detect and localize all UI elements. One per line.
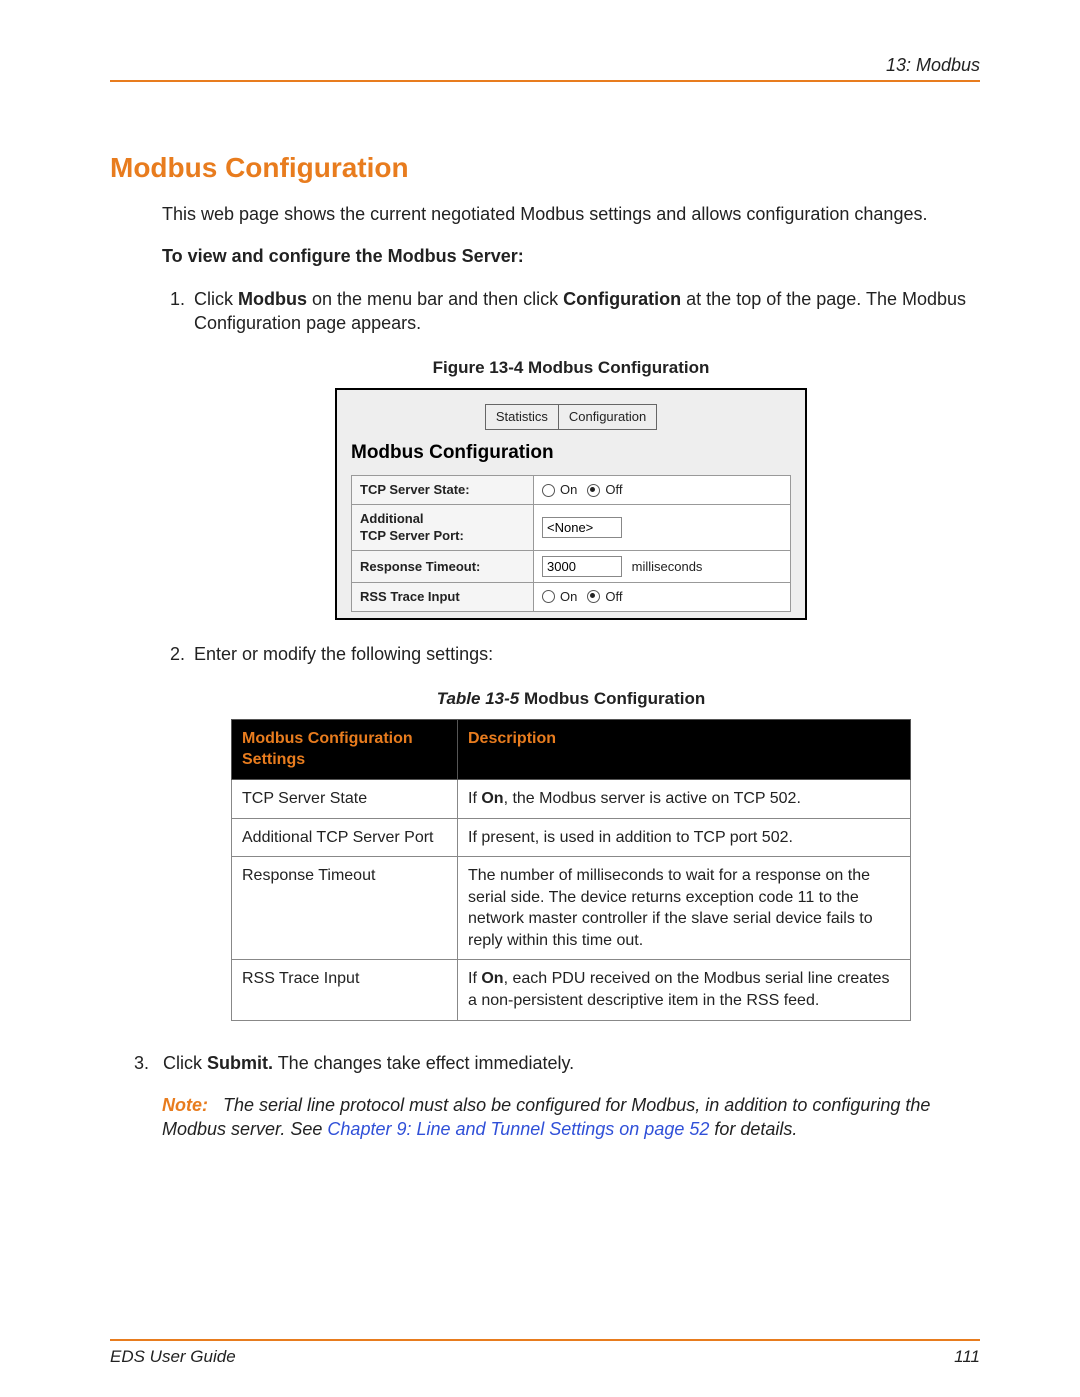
- step1-bold2: Configuration: [563, 289, 681, 309]
- footer-page-number: 111: [954, 1347, 980, 1367]
- tab-configuration[interactable]: Configuration: [558, 404, 657, 430]
- tcp-server-state-label: TCP Server State:: [352, 476, 534, 505]
- setting-name: Additional TCP Server Port: [232, 818, 458, 857]
- step1-bold1: Modbus: [238, 289, 307, 309]
- step3-pre: Click: [163, 1053, 207, 1073]
- step1-mid: on the menu bar and then click: [307, 289, 563, 309]
- note-part2: for details.: [709, 1119, 797, 1139]
- embedded-title: Modbus Configuration: [351, 440, 791, 466]
- step-1: Click Modbus on the menu bar and then cl…: [190, 287, 980, 336]
- rss-off-radio[interactable]: [587, 590, 600, 603]
- setting-desc: If present, is used in addition to TCP p…: [458, 818, 911, 857]
- chapter-marker: 13: Modbus: [110, 55, 980, 76]
- note-link[interactable]: Chapter 9: Line and Tunnel Settings on p…: [327, 1119, 709, 1139]
- response-timeout-input[interactable]: [542, 556, 622, 577]
- additional-port-input[interactable]: [542, 517, 622, 538]
- note-label: Note:: [162, 1095, 208, 1115]
- response-timeout-unit: milliseconds: [632, 559, 703, 574]
- col-header-description: Description: [458, 719, 911, 779]
- page-footer: EDS User Guide 111: [110, 1339, 980, 1367]
- table-row: TCP Server State If On, the Modbus serve…: [232, 779, 911, 818]
- setting-name: RSS Trace Input: [232, 960, 458, 1020]
- step-3: 3. Click Submit. The changes take effect…: [162, 1051, 980, 1075]
- table-row: RSS Trace Input If On, each PDU received…: [232, 960, 911, 1020]
- rss-on-radio[interactable]: [542, 590, 555, 603]
- rss-on-label: On: [560, 588, 577, 606]
- response-timeout-label: Response Timeout:: [352, 550, 534, 582]
- intro-text: This web page shows the current negotiat…: [162, 202, 980, 226]
- embedded-ui-figure: StatisticsConfiguration Modbus Configura…: [335, 388, 807, 619]
- rss-trace-label: RSS Trace Input: [352, 582, 534, 611]
- tcp-state-on-label: On: [560, 481, 577, 499]
- page-title: Modbus Configuration: [110, 152, 980, 184]
- footer-guide-title: EDS User Guide: [110, 1347, 236, 1367]
- step3-post: The changes take effect immediately.: [273, 1053, 574, 1073]
- figure-caption: Figure 13-4 Modbus Configuration: [162, 357, 980, 380]
- rss-off-label: Off: [605, 588, 622, 606]
- step1-pre: Click: [194, 289, 238, 309]
- setting-desc: The number of milliseconds to wait for a…: [458, 857, 911, 960]
- modbus-config-table: Modbus Configuration Settings Descriptio…: [231, 719, 911, 1021]
- step-2: Enter or modify the following settings:: [190, 642, 980, 666]
- note-block: Note: The serial line protocol must also…: [162, 1093, 980, 1142]
- step3-bold: Submit.: [207, 1053, 273, 1073]
- table-row: Additional TCP Server Port If present, i…: [232, 818, 911, 857]
- tcp-state-off-radio[interactable]: [587, 484, 600, 497]
- setting-name: Response Timeout: [232, 857, 458, 960]
- table-caption-title: Modbus Configuration: [519, 689, 705, 708]
- additional-port-label: AdditionalTCP Server Port:: [352, 504, 534, 550]
- setting-desc: If On, the Modbus server is active on TC…: [458, 779, 911, 818]
- setting-desc: If On, each PDU received on the Modbus s…: [458, 960, 911, 1020]
- tcp-state-on-radio[interactable]: [542, 484, 555, 497]
- subheading: To view and configure the Modbus Server:: [162, 244, 980, 268]
- tcp-state-off-label: Off: [605, 481, 622, 499]
- setting-name: TCP Server State: [232, 779, 458, 818]
- table-row: Response Timeout The number of milliseco…: [232, 857, 911, 960]
- table-caption-number: Table 13-5: [437, 689, 520, 708]
- tab-statistics[interactable]: Statistics: [485, 404, 558, 430]
- top-rule: [110, 80, 980, 82]
- bottom-rule: [110, 1339, 980, 1341]
- col-header-settings: Modbus Configuration Settings: [232, 719, 458, 779]
- table-caption: Table 13-5 Modbus Configuration: [162, 688, 980, 711]
